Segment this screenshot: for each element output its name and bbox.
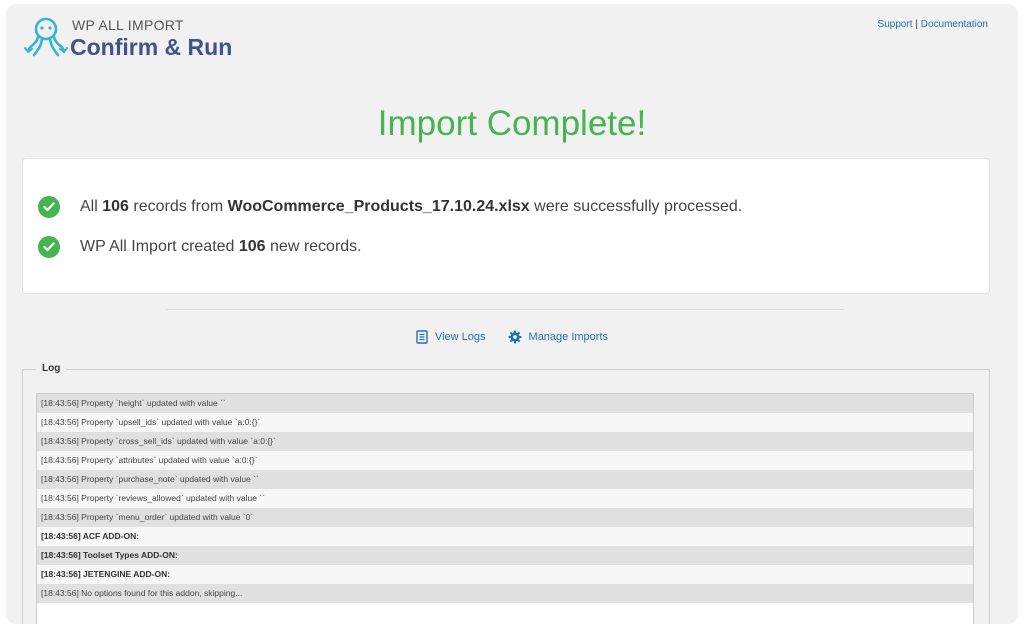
summary-processed-prefix: All — [80, 198, 103, 215]
import-filename: WooCommerce_Products_17.10.24.xlsx — [227, 198, 535, 215]
log-line: [18:43:56] Property `attributes` updated… — [37, 451, 973, 470]
check-icon — [38, 236, 60, 258]
summary-processed-suffix: were successfully processed. — [534, 198, 743, 215]
view-logs-link[interactable]: View Logs — [416, 330, 486, 344]
app-frame: WP ALL IMPORT Confirm & Run Support | Do… — [6, 4, 1018, 624]
manage-imports-link[interactable]: Manage Imports — [508, 330, 608, 344]
actions-bar: View Logs Manage Imports — [6, 330, 1018, 344]
summary-processed-row: All 106 records from WooCommerce_Product… — [38, 195, 742, 219]
link-separator: | — [915, 19, 918, 30]
documentation-link[interactable]: Documentation — [921, 19, 988, 30]
summary-processed-middle: records from — [133, 198, 228, 215]
log-line: [18:43:56] ACF ADD-ON: — [37, 527, 973, 546]
log-line: [18:43:56] No options found for this add… — [37, 584, 973, 603]
summary-created-row: WP All Import created 106 new records. — [38, 235, 362, 259]
manage-imports-label: Manage Imports — [528, 331, 609, 343]
import-complete-heading: Import Complete! — [377, 104, 647, 143]
log-legend: Log — [36, 363, 67, 374]
top-links: Support | Documentation — [878, 19, 988, 30]
created-count: 106 — [238, 238, 271, 255]
log-line: [18:43:56] Property `height` updated wit… — [37, 394, 973, 413]
summary-panel: All 106 records from WooCommerce_Product… — [22, 158, 990, 294]
summary-created-prefix: WP All Import created — [80, 238, 239, 255]
log-box[interactable]: [18:43:56] Property `height` updated wit… — [36, 393, 974, 624]
log-line: [18:43:56] Property `upsell_ids` updated… — [37, 413, 973, 432]
octopus-logo-icon — [24, 17, 68, 57]
gear-icon — [508, 330, 522, 344]
log-line: [18:43:56] JETENGINE ADD-ON: — [37, 565, 973, 584]
log-line: [18:43:56] Property `purchase_note` upda… — [37, 470, 973, 489]
log-line: [18:43:56] Toolset Types ADD-ON: — [37, 546, 973, 565]
support-link[interactable]: Support — [878, 19, 913, 30]
brand-name: WP ALL IMPORT — [72, 17, 184, 33]
page-title: Confirm & Run — [70, 34, 233, 60]
check-icon — [38, 196, 60, 218]
divider — [166, 309, 844, 310]
header: WP ALL IMPORT Confirm & Run Support | Do… — [6, 4, 1018, 74]
processed-count: 106 — [102, 198, 134, 215]
log-line: [18:43:56] Property `menu_order` updated… — [37, 508, 973, 527]
log-line: [18:43:56] Property `reviews_allowed` up… — [37, 489, 973, 508]
view-logs-label: View Logs — [434, 331, 486, 343]
summary-created-suffix: new records. — [270, 238, 362, 255]
log-line: [18:43:56] Property `cross_sell_ids` upd… — [37, 432, 973, 451]
document-icon — [416, 330, 428, 344]
